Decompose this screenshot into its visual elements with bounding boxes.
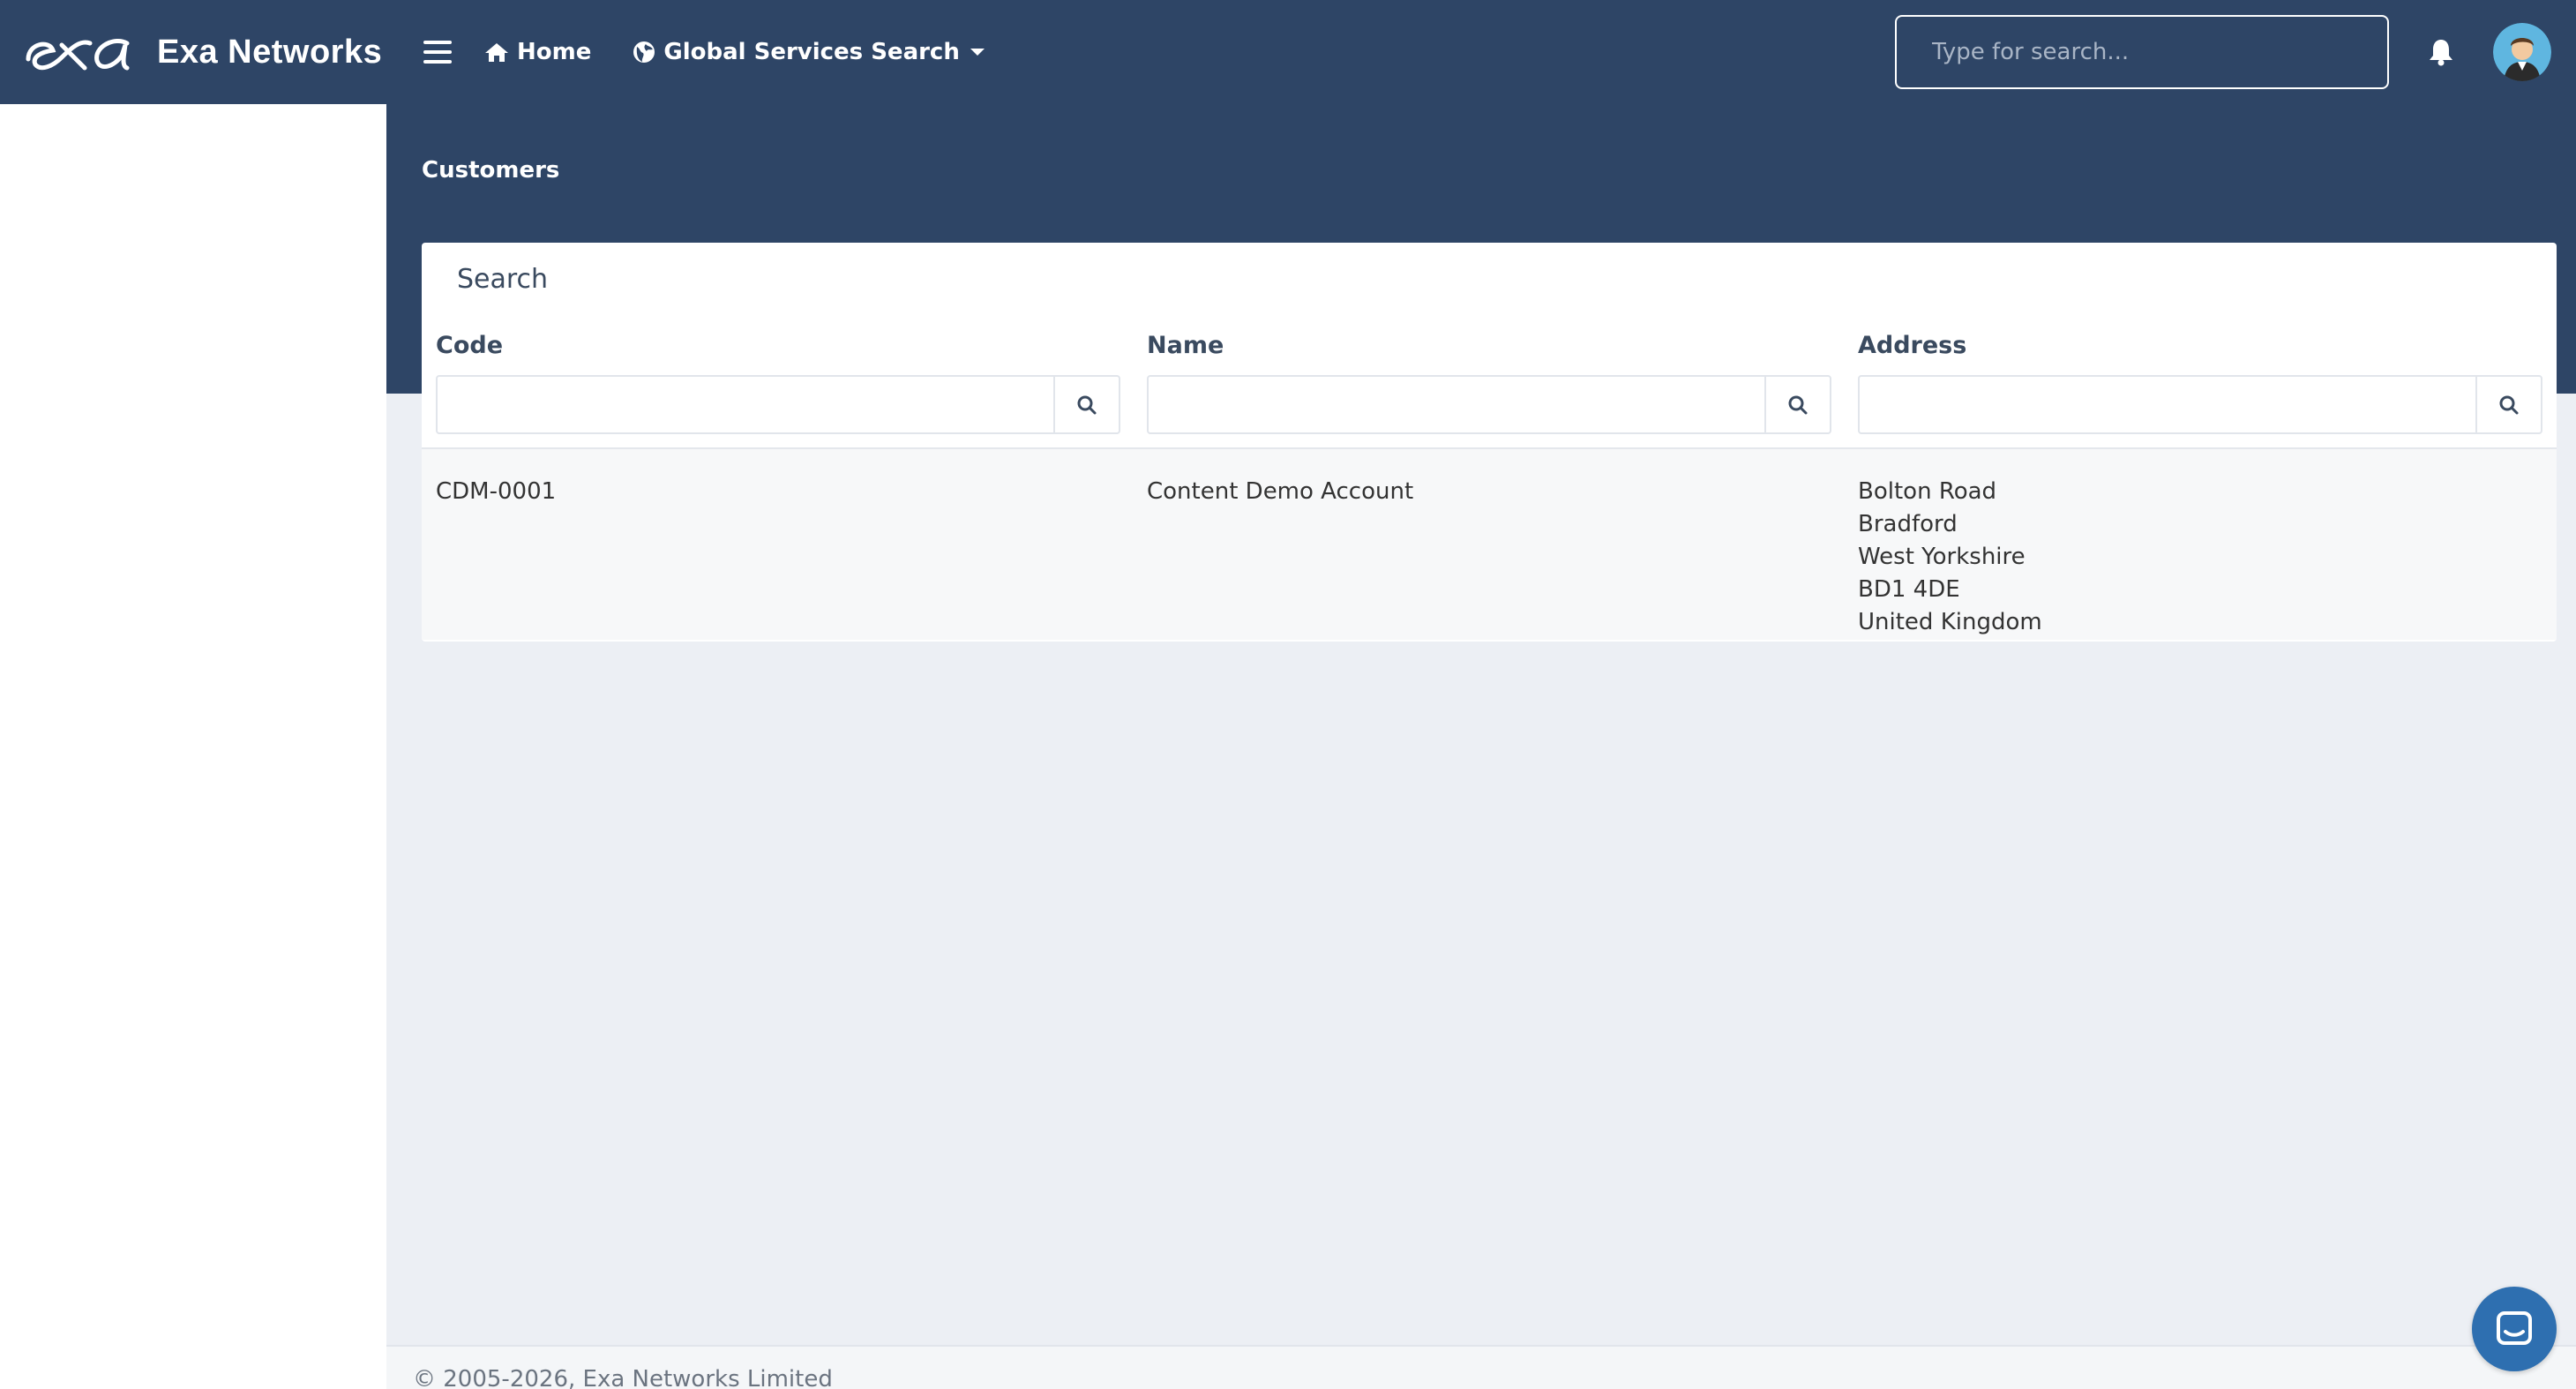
search-icon (2499, 395, 2519, 414)
home-icon (485, 43, 508, 62)
table-row[interactable]: CDM-0001 Content Demo Account Bolton Roa… (422, 447, 2557, 640)
code-filter (436, 375, 1120, 434)
code-filter-input[interactable] (438, 377, 1053, 432)
search-icon (1788, 395, 1808, 414)
address-line: United Kingdom (1858, 609, 2042, 635)
footer-copyright: © 2005-2026, Exa Networks Limited (413, 1366, 833, 1389)
search-icon (1077, 395, 1097, 414)
brand[interactable]: Exa Networks (0, 0, 388, 104)
column-header-name: Name (1147, 332, 1224, 359)
address-line: Bolton Road (1858, 478, 1997, 505)
global-services-search-dropdown[interactable]: Global Services Search (632, 39, 985, 65)
cell-code[interactable]: CDM-0001 (436, 476, 556, 508)
bell-icon[interactable] (2428, 38, 2454, 66)
name-filter-input[interactable] (1149, 377, 1764, 432)
nav-home-link[interactable]: Home (483, 39, 591, 65)
chat-icon (2497, 1311, 2532, 1345)
card-title: Search (457, 264, 549, 295)
address-filter-search-button[interactable] (2475, 377, 2541, 432)
footer: © 2005-2026, Exa Networks Limited (386, 1345, 2576, 1389)
cell-address: Bolton Road Bradford West Yorkshire BD1 … (1858, 476, 2042, 639)
globe-icon (633, 41, 655, 63)
nav-home-label: Home (517, 39, 592, 65)
brand-name: Exa Networks (157, 33, 383, 71)
name-filter-search-button[interactable] (1764, 377, 1830, 432)
name-filter (1147, 375, 1831, 434)
chat-launcher-button[interactable] (2472, 1287, 2557, 1371)
column-header-code: Code (436, 332, 504, 359)
user-avatar[interactable] (2493, 23, 2551, 81)
address-line: Bradford (1858, 511, 1958, 537)
address-line: West Yorkshire (1858, 544, 2026, 570)
code-filter-search-button[interactable] (1053, 377, 1119, 432)
page-title: Customers (422, 157, 560, 184)
address-filter-input[interactable] (1860, 377, 2475, 432)
exa-logo-icon (26, 39, 130, 71)
global-search-input[interactable] (1895, 15, 2389, 89)
chevron-down-icon (970, 49, 985, 56)
global-services-search-label: Global Services Search (663, 39, 960, 65)
address-line: BD1 4DE (1858, 576, 1960, 603)
address-filter (1858, 375, 2542, 434)
top-navbar: Exa Networks Home Global Services Search (0, 0, 2576, 104)
column-header-address: Address (1858, 332, 1967, 359)
customer-search-card: Search Code Name Address CDM-0001 Conten… (422, 243, 2557, 642)
avatar-icon (2493, 23, 2551, 81)
hamburger-icon[interactable] (423, 41, 452, 64)
cell-name[interactable]: Content Demo Account (1147, 476, 1413, 508)
sidebar (0, 104, 386, 1389)
